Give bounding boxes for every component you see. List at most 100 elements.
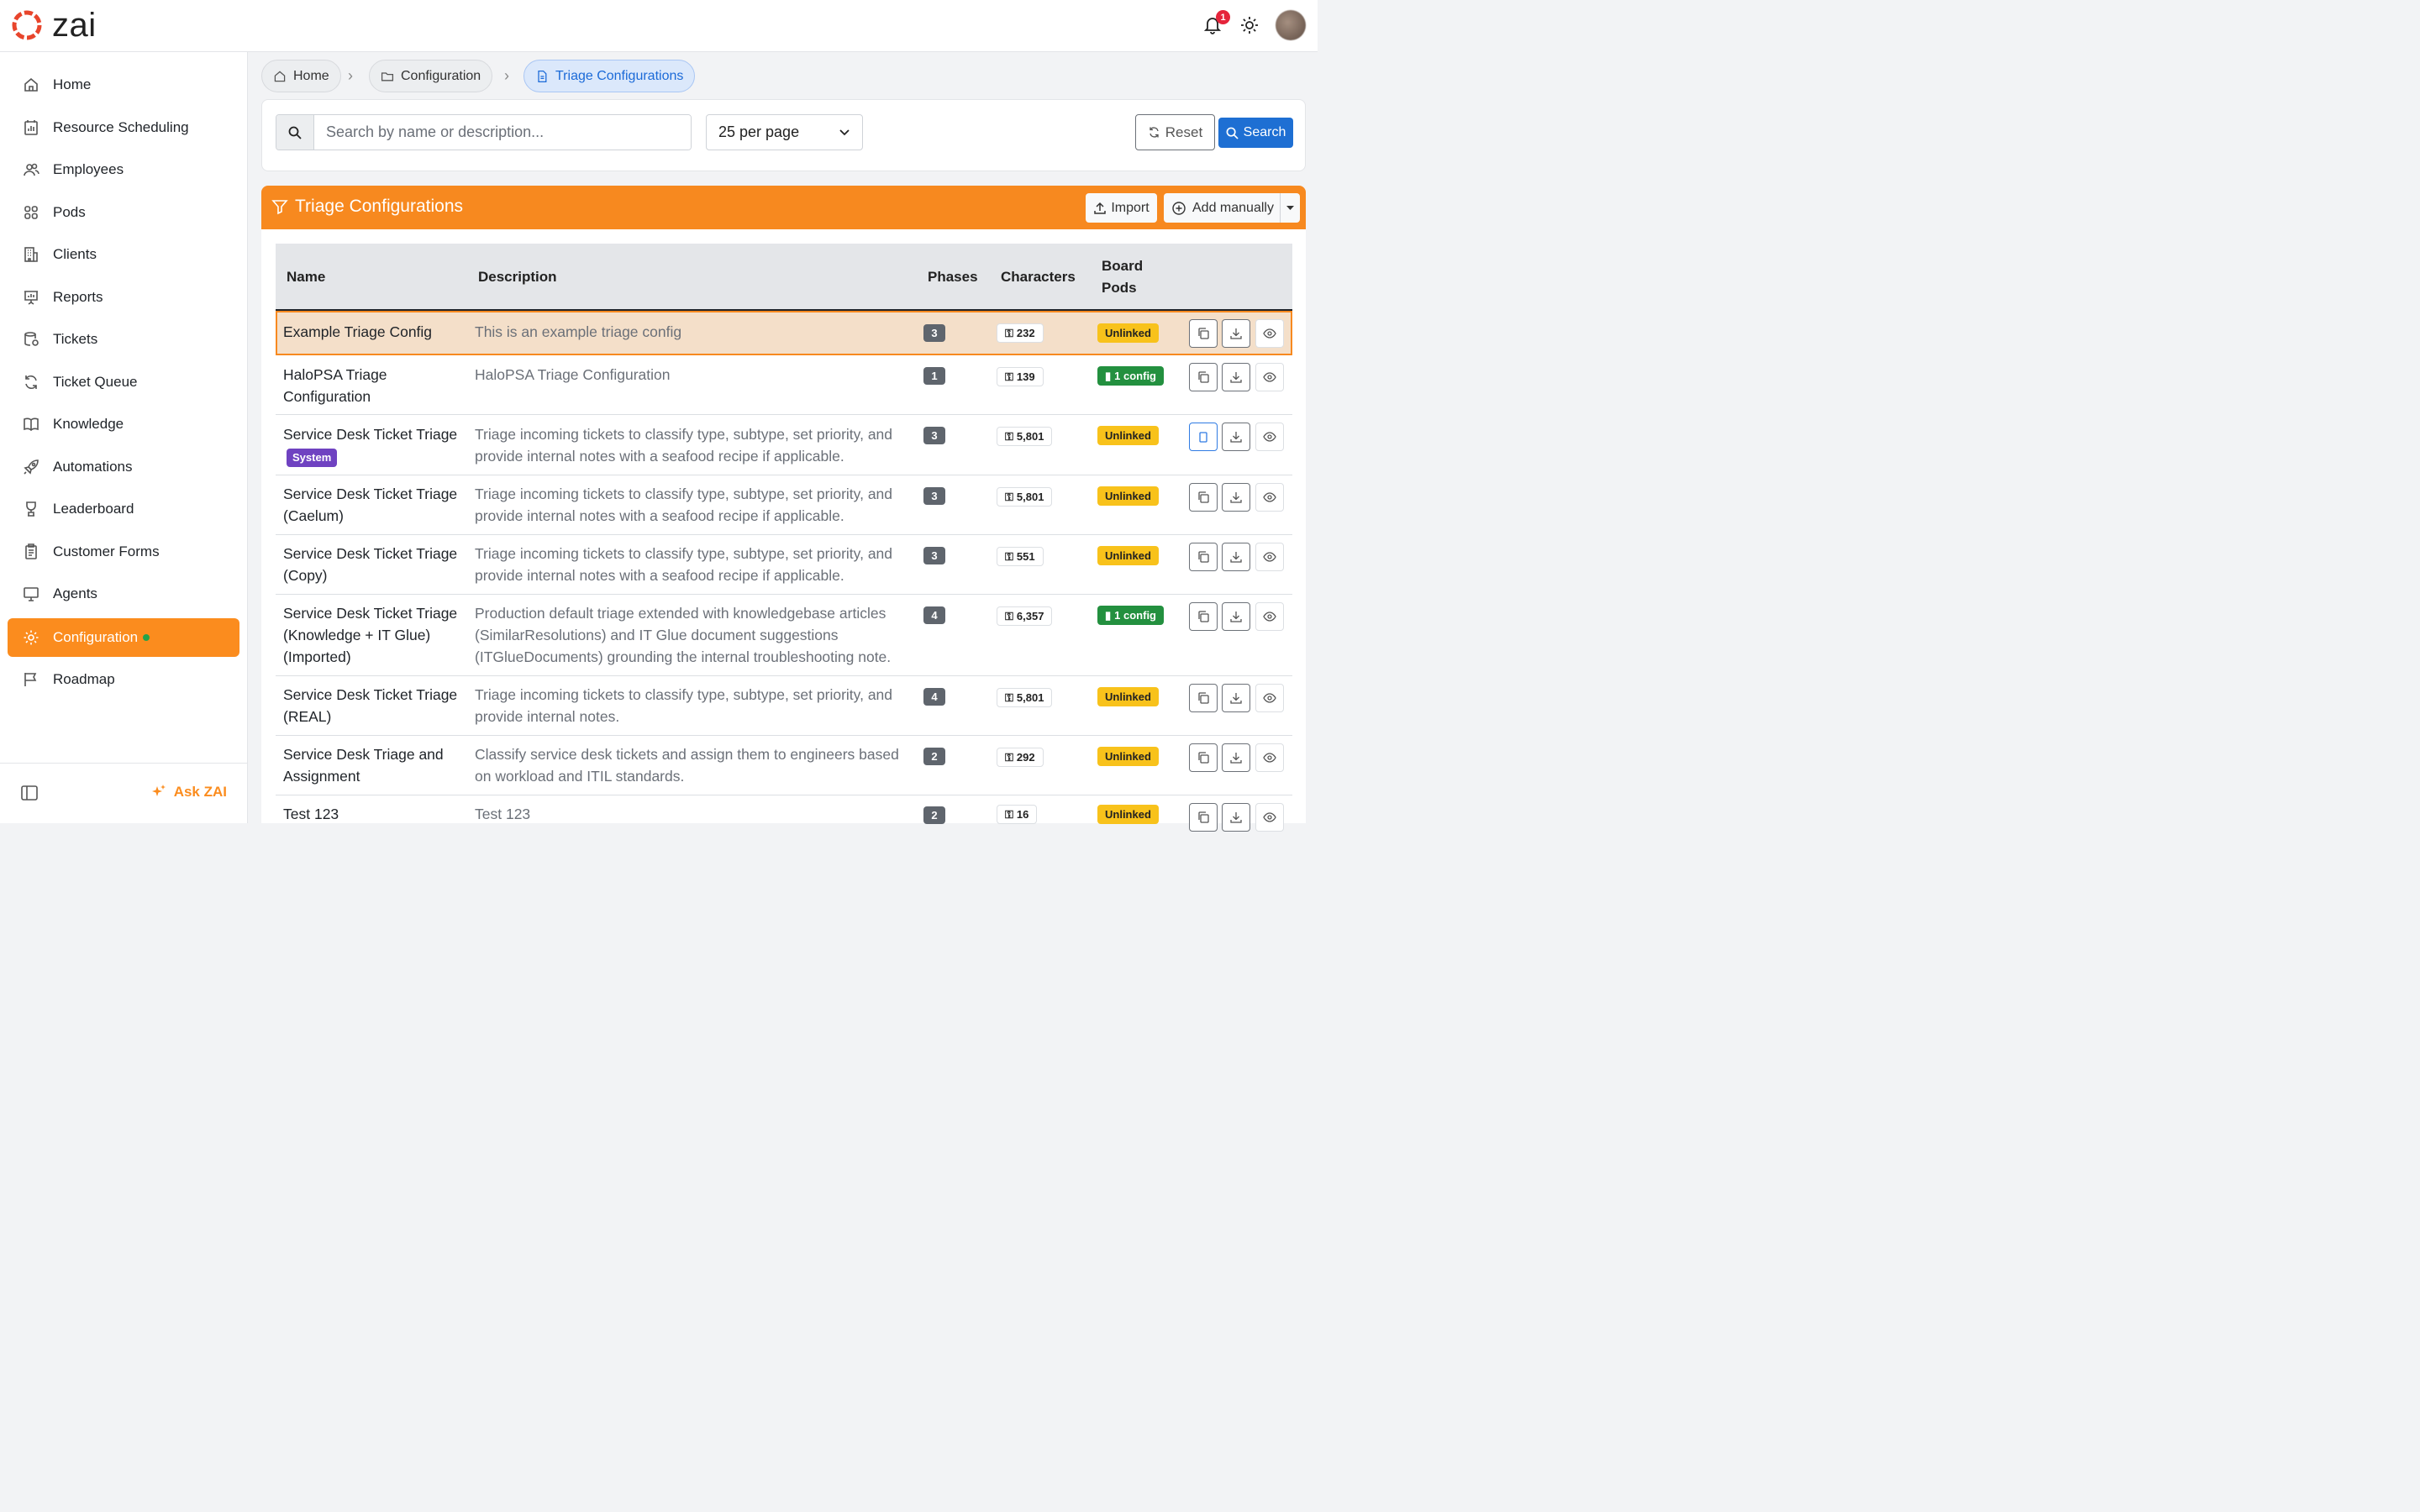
view-button[interactable] bbox=[1255, 684, 1284, 712]
characters-value: 6,357 bbox=[1016, 610, 1044, 622]
table-row[interactable]: Service Desk Ticket Triage (Caelum) Tria… bbox=[276, 476, 1292, 535]
row-description: Classify service desk tickets and assign… bbox=[475, 746, 899, 785]
duplicate-button[interactable] bbox=[1189, 319, 1218, 348]
add-manually-label: Add manually bbox=[1192, 200, 1274, 215]
duplicate-button[interactable] bbox=[1189, 743, 1218, 772]
ask-zai-button[interactable]: Ask ZAI bbox=[150, 784, 227, 801]
download-button[interactable] bbox=[1222, 684, 1250, 712]
download-button[interactable] bbox=[1222, 743, 1250, 772]
view-button[interactable] bbox=[1255, 423, 1284, 451]
sidebar-item-employees[interactable]: Employees bbox=[8, 150, 239, 189]
breadcrumb-configuration[interactable]: Configuration bbox=[369, 60, 493, 92]
download-button[interactable] bbox=[1222, 423, 1250, 451]
import-button[interactable]: Import bbox=[1086, 193, 1157, 223]
download-button[interactable] bbox=[1222, 483, 1250, 512]
search-group bbox=[276, 114, 692, 150]
view-button[interactable] bbox=[1255, 363, 1284, 391]
download-icon bbox=[1230, 812, 1242, 823]
board-value: 1 config bbox=[1114, 370, 1156, 382]
eye-icon bbox=[1263, 812, 1276, 822]
search-input[interactable] bbox=[314, 115, 691, 150]
download-button[interactable] bbox=[1222, 803, 1250, 832]
view-button[interactable] bbox=[1255, 803, 1284, 832]
table-row[interactable]: Service Desk Ticket Triage (Knowledge + … bbox=[276, 596, 1292, 676]
sidebar-item-reports[interactable]: Reports bbox=[8, 278, 239, 317]
filter-icon bbox=[271, 200, 288, 215]
collapse-sidebar-button[interactable] bbox=[21, 785, 38, 805]
download-icon bbox=[1230, 552, 1242, 563]
sidebar-item-agents[interactable]: Agents bbox=[8, 575, 239, 613]
download-button[interactable] bbox=[1222, 543, 1250, 571]
duplicate-button[interactable] bbox=[1189, 684, 1218, 712]
sidebar-item-tickets[interactable]: Tickets bbox=[8, 320, 239, 359]
search-button[interactable]: Search bbox=[1218, 118, 1293, 148]
document-icon bbox=[538, 70, 547, 82]
board-status-badge: Unlinked bbox=[1097, 805, 1159, 824]
table-row[interactable]: HaloPSA Triage Configuration HaloPSA Tri… bbox=[276, 356, 1292, 415]
table-row[interactable]: Example Triage Config This is an example… bbox=[276, 311, 1292, 355]
sidebar-item-home[interactable]: Home bbox=[8, 66, 239, 104]
sidebar-item-automations[interactable]: Automations bbox=[8, 448, 239, 486]
breadcrumb-home[interactable]: Home bbox=[261, 60, 341, 92]
sidebar-item-customer-forms[interactable]: Customer Forms bbox=[8, 533, 239, 571]
row-name: HaloPSA Triage Configuration bbox=[283, 366, 387, 405]
logo[interactable]: zai bbox=[10, 8, 97, 42]
characters-icon: ⚿ bbox=[1005, 490, 1013, 503]
download-button[interactable] bbox=[1222, 319, 1250, 348]
view-button[interactable] bbox=[1255, 543, 1284, 571]
sidebar-item-configuration[interactable]: Configuration bbox=[8, 618, 239, 657]
plus-circle-icon bbox=[1172, 201, 1186, 215]
duplicate-button[interactable] bbox=[1189, 363, 1218, 391]
board-value: 1 config bbox=[1114, 609, 1156, 622]
characters-icon: ⚿ bbox=[1005, 429, 1013, 443]
sidebar-item-clients[interactable]: Clients bbox=[8, 235, 239, 274]
duplicate-button[interactable] bbox=[1189, 483, 1218, 512]
table-row[interactable]: Service Desk Triage and Assignment Class… bbox=[276, 737, 1292, 795]
download-button[interactable] bbox=[1222, 363, 1250, 391]
sidebar-item-pods[interactable]: Pods bbox=[8, 193, 239, 232]
column-header-phases[interactable]: Phases bbox=[928, 266, 978, 288]
characters-value: 292 bbox=[1016, 751, 1035, 764]
monitor-icon bbox=[23, 585, 39, 602]
download-icon bbox=[1230, 612, 1242, 622]
sidebar-item-resource-scheduling[interactable]: Resource Scheduling bbox=[8, 108, 239, 147]
sidebar-item-roadmap[interactable]: Roadmap bbox=[8, 660, 239, 699]
user-avatar[interactable] bbox=[1276, 10, 1306, 40]
duplicate-button[interactable] bbox=[1189, 423, 1218, 451]
table-row[interactable]: Test 123 Test 123 2 ⚿ 16 Unlinked bbox=[276, 796, 1292, 832]
table-row[interactable]: Service Desk Ticket Triage (REAL) Triage… bbox=[276, 677, 1292, 736]
view-button[interactable] bbox=[1255, 743, 1284, 772]
phases-badge: 4 bbox=[923, 606, 945, 624]
table-row[interactable]: Service Desk Ticket Triage System Triage… bbox=[276, 416, 1292, 475]
sidebar-item-label: Clients bbox=[53, 246, 97, 262]
eye-icon bbox=[1263, 432, 1276, 442]
add-options-dropdown[interactable] bbox=[1280, 193, 1300, 223]
duplicate-button[interactable] bbox=[1189, 803, 1218, 832]
reset-button[interactable]: Reset bbox=[1135, 114, 1215, 150]
column-header-name[interactable]: Name bbox=[287, 266, 325, 288]
column-header-board-pods[interactable]: Board Pods bbox=[1102, 255, 1143, 299]
add-manually-button[interactable]: Add manually bbox=[1164, 193, 1280, 223]
copy-icon bbox=[1199, 432, 1207, 443]
notifications-button[interactable]: 1 bbox=[1202, 10, 1230, 40]
column-header-characters[interactable]: Characters bbox=[1001, 266, 1076, 288]
view-button[interactable] bbox=[1255, 483, 1284, 512]
sidebar-item-ticket-queue[interactable]: Ticket Queue bbox=[8, 363, 239, 402]
per-page-select[interactable]: 25 per page bbox=[706, 114, 863, 150]
column-header-description[interactable]: Description bbox=[478, 266, 557, 288]
theme-toggle-button[interactable] bbox=[1239, 14, 1260, 36]
sidebar-item-knowledge[interactable]: Knowledge bbox=[8, 405, 239, 444]
add-manually-button-group: Add manually bbox=[1164, 193, 1300, 223]
characters-value: 5,801 bbox=[1016, 691, 1044, 704]
panel-title: Triage Configurations bbox=[295, 197, 463, 216]
sidebar-item-leaderboard[interactable]: Leaderboard bbox=[8, 490, 239, 528]
view-button[interactable] bbox=[1255, 319, 1284, 348]
duplicate-button[interactable] bbox=[1189, 543, 1218, 571]
eye-icon bbox=[1263, 552, 1276, 562]
view-button[interactable] bbox=[1255, 602, 1284, 631]
duplicate-button[interactable] bbox=[1189, 602, 1218, 631]
breadcrumb-separator-icon: › bbox=[504, 67, 509, 84]
table-row[interactable]: Service Desk Ticket Triage (Copy) Triage… bbox=[276, 536, 1292, 595]
download-button[interactable] bbox=[1222, 602, 1250, 631]
characters-value: 5,801 bbox=[1016, 430, 1044, 443]
